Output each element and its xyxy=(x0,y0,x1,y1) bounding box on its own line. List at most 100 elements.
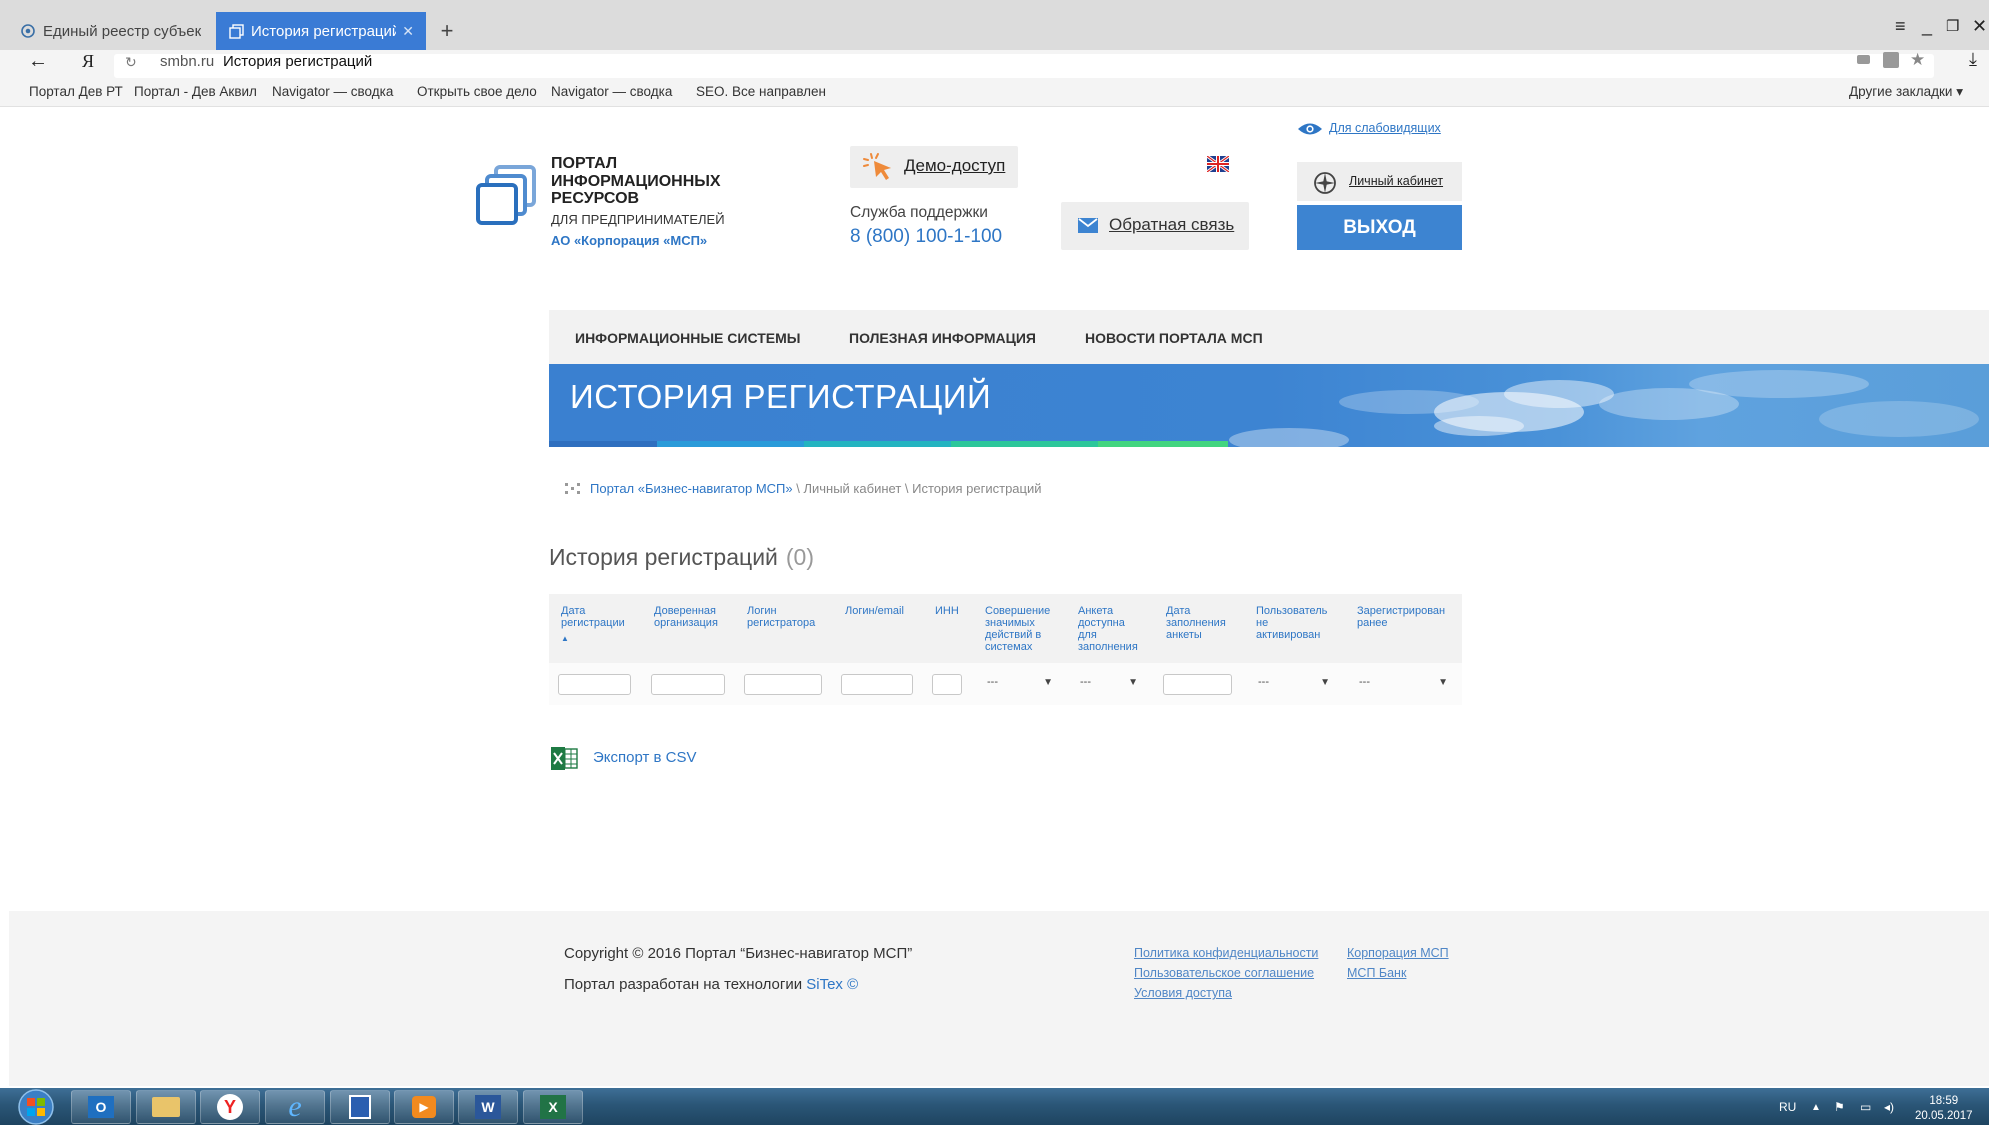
close-window-icon[interactable]: ✕ xyxy=(1972,14,1987,38)
tab-title: Единый реестр субъектов м xyxy=(43,22,201,40)
access-terms-link[interactable]: Условия доступа xyxy=(1134,986,1232,1000)
msp-corporation-link[interactable]: Корпорация МСП xyxy=(1347,946,1449,960)
low-vision-link[interactable]: Для слабовидящих xyxy=(1329,121,1441,135)
volume-icon[interactable]: ◂) xyxy=(1884,1100,1894,1114)
new-tab-button[interactable]: + xyxy=(430,12,464,50)
demo-access-label[interactable]: Демо-доступ xyxy=(904,156,1005,176)
tab-registry[interactable]: Единый реестр субъектов м xyxy=(8,12,213,50)
taskbar-save-app[interactable] xyxy=(330,1090,390,1124)
excel-icon[interactable] xyxy=(551,747,578,770)
reload-icon[interactable]: ↻ xyxy=(125,54,137,71)
uk-flag-icon[interactable] xyxy=(1207,156,1229,172)
banner-stripe xyxy=(804,441,951,447)
url-field[interactable] xyxy=(114,54,1934,78)
col-significant-actions[interactable]: Совершение значимых действий в системах xyxy=(985,605,1050,653)
tab-registration-history[interactable]: История регистраций ✕ xyxy=(216,12,426,50)
bookmark-item[interactable]: Открыть свое дело xyxy=(417,84,537,99)
taskbar-word[interactable]: W xyxy=(458,1090,518,1124)
taskbar-media[interactable]: ▶ xyxy=(394,1090,454,1124)
support-phone[interactable]: 8 (800) 100-1-100 xyxy=(850,226,1002,248)
col-registered-earlier[interactable]: Зарегистрирован ранее xyxy=(1357,605,1445,629)
action-center-icon[interactable]: ⚑ xyxy=(1834,1100,1845,1114)
col-form-available[interactable]: Анкета доступна для заполнения xyxy=(1078,605,1138,653)
support-label: Служба поддержки xyxy=(850,204,988,221)
taskbar-excel[interactable]: X xyxy=(523,1090,583,1124)
network-icon[interactable]: ▭ xyxy=(1860,1100,1871,1114)
filter-user-not-activated[interactable]: --- ▼ xyxy=(1256,674,1330,695)
windows-start-icon[interactable] xyxy=(14,1089,58,1125)
personal-cabinet-label[interactable]: Личный кабинет xyxy=(1349,174,1443,188)
bookmark-item[interactable]: Navigator — сводка xyxy=(272,84,393,99)
filter-trusted-org[interactable] xyxy=(651,674,725,695)
col-login-email[interactable]: Логин/email xyxy=(845,605,904,617)
bookmark-item[interactable]: SEO. Все направления xyxy=(696,84,826,99)
column-header-line: системах xyxy=(985,641,1033,653)
logo-line: ИНФОРМАЦИОННЫХ xyxy=(551,172,721,190)
taskbar-ie[interactable]: e xyxy=(265,1090,325,1124)
column-header-line: Дата xyxy=(1166,605,1191,617)
col-registration-date[interactable]: Дата регистрации xyxy=(561,605,625,629)
tray-expand-icon[interactable]: ▲ xyxy=(1811,1102,1821,1113)
taskbar-yandex[interactable]: Y xyxy=(200,1090,260,1124)
filter-form-available[interactable]: --- ▼ xyxy=(1078,674,1138,695)
breadcrumb-cabinet[interactable]: Личный кабинет xyxy=(803,481,901,496)
reader-icon[interactable] xyxy=(1857,55,1870,64)
taskbar-explorer[interactable] xyxy=(136,1090,196,1124)
menu-icon[interactable]: ≡ xyxy=(1895,14,1906,38)
back-arrow-icon[interactable]: ← xyxy=(28,50,48,73)
col-user-not-activated[interactable]: Пользователь не активирован xyxy=(1256,605,1327,641)
privacy-policy-link[interactable]: Политика конфиденциальности xyxy=(1134,946,1318,960)
user-agreement-link[interactable]: Пользовательское соглашение xyxy=(1134,966,1314,980)
logo-corporation: АО «Корпорация «МСП» xyxy=(551,233,708,248)
export-csv-link[interactable]: Экспорт в CSV xyxy=(593,749,697,766)
column-header-line: ранее xyxy=(1357,617,1388,629)
close-tab-icon[interactable]: ✕ xyxy=(402,23,414,40)
footer-developer: Портал разработан на технологии SiTex © xyxy=(564,976,858,993)
column-header-line: заполнения xyxy=(1078,641,1138,653)
breadcrumb-portal-link[interactable]: Портал «Бизнес-навигатор МСП» xyxy=(590,481,793,496)
nav-portal-news[interactable]: НОВОСТИ ПОРТАЛА МСП xyxy=(1085,330,1263,346)
breadcrumb-current: История регистраций xyxy=(912,481,1042,496)
taskbar-outlook[interactable]: O xyxy=(71,1090,131,1124)
col-form-date[interactable]: Дата заполнения анкеты xyxy=(1166,605,1226,641)
excel-taskbar-icon: X xyxy=(540,1095,566,1119)
column-header-line: действий в xyxy=(985,629,1042,641)
feedback-label[interactable]: Обратная связь xyxy=(1109,215,1234,235)
sitex-link[interactable]: SiTex © xyxy=(806,976,858,993)
nav-information-systems[interactable]: ИНФОРМАЦИОННЫЕ СИСТЕМЫ xyxy=(575,330,800,346)
download-icon[interactable]: ⤓ xyxy=(1969,49,1977,70)
restore-icon[interactable]: ❐ xyxy=(1946,14,1959,38)
lock-icon[interactable] xyxy=(1883,52,1899,68)
address-domain: smbn.ru xyxy=(160,53,215,70)
other-bookmarks[interactable]: Другие закладки ▾ xyxy=(1849,84,1963,100)
filter-significant-actions[interactable]: --- ▼ xyxy=(985,674,1053,695)
word-icon: W xyxy=(475,1095,501,1119)
minimize-icon[interactable]: _ xyxy=(1922,14,1932,38)
column-header-line: Доверенная xyxy=(654,605,716,617)
portal-logo-icon[interactable] xyxy=(474,164,540,230)
filter-registered-earlier[interactable]: --- ▼ xyxy=(1357,674,1448,695)
star-icon[interactable]: ★ xyxy=(1910,50,1925,70)
col-trusted-org[interactable]: Доверенная организация xyxy=(654,605,718,629)
logout-button[interactable]: ВЫХОД xyxy=(1297,205,1462,250)
msp-bank-link[interactable]: МСП Банк xyxy=(1347,966,1406,980)
column-header-line: анкеты xyxy=(1166,629,1202,641)
filter-login-email[interactable] xyxy=(841,674,913,695)
nav-useful-info[interactable]: ПОЛЕЗНАЯ ИНФОРМАЦИЯ xyxy=(849,330,1036,346)
bookmark-item[interactable]: Портал Дев РТ xyxy=(29,84,123,99)
yandex-icon[interactable]: Я xyxy=(82,51,94,72)
bookmark-item[interactable]: Navigator — сводка xyxy=(551,84,672,99)
select-value: --- xyxy=(1080,676,1091,688)
bookmark-item[interactable]: Портал - Дев Аквил xyxy=(134,84,257,99)
sort-asc-icon[interactable]: ▲ xyxy=(561,634,569,643)
page-footer xyxy=(9,911,1989,1086)
col-inn[interactable]: ИНН xyxy=(935,605,959,617)
col-registrar-login[interactable]: Логин регистратора xyxy=(747,605,815,629)
eye-icon xyxy=(1298,123,1322,135)
filter-inn[interactable] xyxy=(932,674,962,695)
filter-registrar-login[interactable] xyxy=(744,674,822,695)
taskbar-clock[interactable]: 18:59 20.05.2017 xyxy=(1915,1094,1973,1124)
language-indicator[interactable]: RU xyxy=(1779,1100,1796,1114)
filter-registration-date[interactable] xyxy=(558,674,631,695)
filter-form-date[interactable] xyxy=(1163,674,1232,695)
